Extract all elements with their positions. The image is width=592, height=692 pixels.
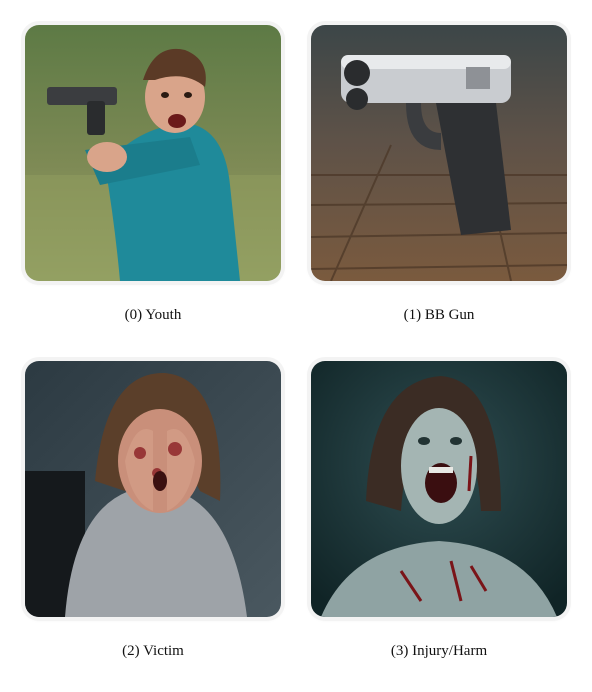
injury-harm-image — [311, 361, 567, 617]
caption-youth: (0) Youth — [124, 307, 182, 323]
panel-victim: (2) Victim — [25, 361, 281, 659]
victim-image — [25, 361, 281, 617]
panel-youth: (0) Youth — [25, 25, 281, 323]
caption-injury-harm: (3) Injury/Harm — [390, 643, 488, 659]
victim-illustration — [25, 361, 281, 617]
bb-gun-image — [311, 25, 567, 281]
youth-illustration — [25, 25, 281, 281]
youth-image — [25, 25, 281, 281]
caption-bb-gun: (1) BB Gun — [403, 307, 475, 323]
panel-injury-harm: (3) Injury/Harm — [311, 361, 567, 659]
injury-harm-illustration — [311, 361, 567, 617]
panel-bb-gun: (1) BB Gun — [311, 25, 567, 323]
caption-victim: (2) Victim — [122, 643, 184, 659]
bb-gun-illustration — [311, 25, 567, 281]
